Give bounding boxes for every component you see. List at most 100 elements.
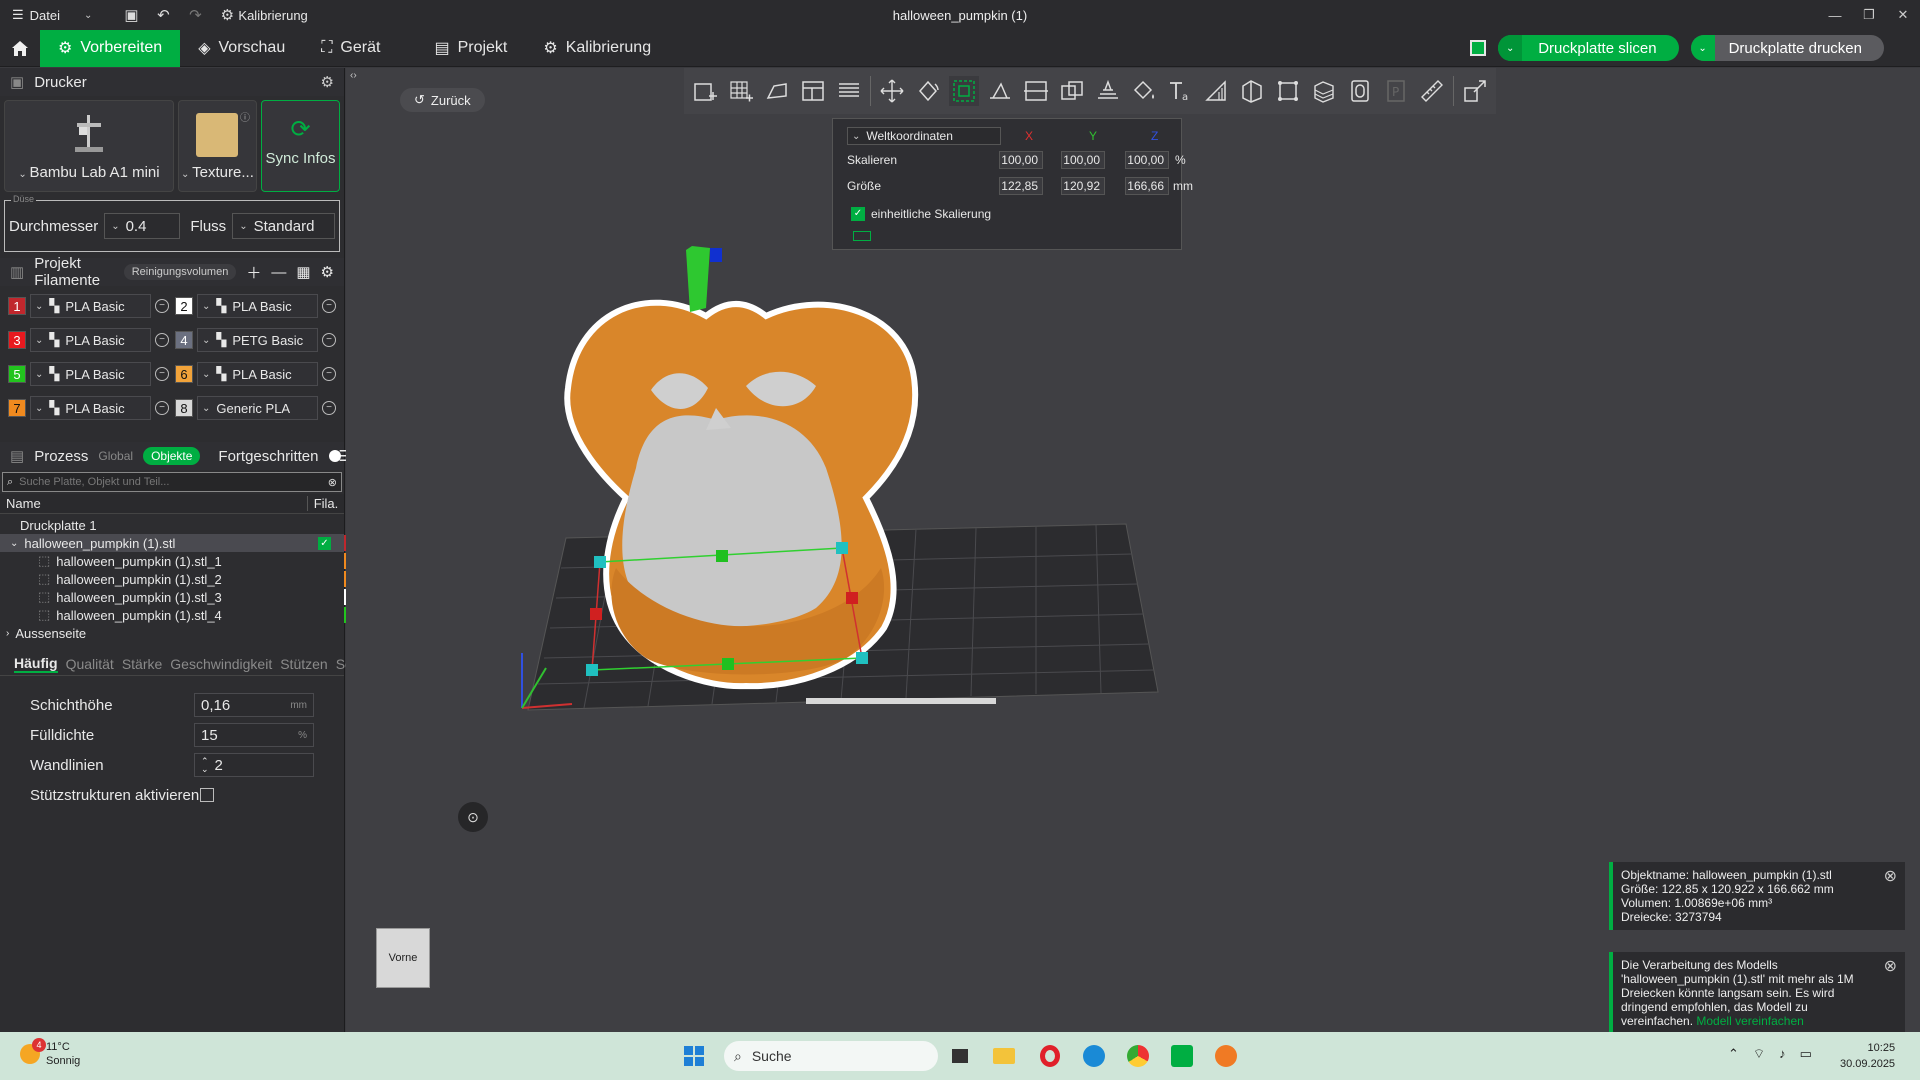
filament-slot[interactable]: 1 ⌄ ▚ PLA Basic − bbox=[8, 292, 169, 320]
multi-device-icon[interactable] bbox=[1470, 40, 1487, 56]
variable-layer-icon[interactable] bbox=[1309, 76, 1339, 106]
edge-icon[interactable] bbox=[1080, 1042, 1108, 1070]
visible-check-icon[interactable]: ✓ bbox=[318, 536, 331, 550]
color-paint-icon[interactable] bbox=[1129, 76, 1159, 106]
filament-select[interactable]: ⌄ Generic PLA bbox=[197, 396, 318, 420]
arrange-icon[interactable] bbox=[798, 76, 828, 106]
scale-z-input[interactable]: 100,00 bbox=[1125, 151, 1169, 169]
object-row[interactable]: ⌄ halloween_pumpkin (1).stl ✓ 1 bbox=[0, 534, 386, 552]
search-input[interactable]: Suche Platte, Objekt und Teil... bbox=[19, 476, 322, 488]
tab-device[interactable]: ⛶ Gerät bbox=[303, 30, 398, 67]
tab-project[interactable]: ▤ Projekt bbox=[416, 30, 525, 67]
expand-icon[interactable]: ⌄ bbox=[0, 538, 18, 549]
filament-slot[interactable]: 7 ⌄ ▚ PLA Basic − bbox=[8, 394, 169, 422]
file-explorer-icon[interactable] bbox=[990, 1042, 1018, 1070]
tab-common[interactable]: Häufig bbox=[14, 655, 58, 673]
remove-slot-icon[interactable]: − bbox=[155, 299, 169, 313]
move-icon[interactable] bbox=[877, 76, 907, 106]
scale-y-input[interactable]: 100,00 bbox=[1061, 151, 1105, 169]
tab-support[interactable]: Stützen bbox=[280, 656, 327, 672]
close-icon[interactable]: ⊗ bbox=[1884, 959, 1897, 975]
remove-slot-icon[interactable]: − bbox=[322, 367, 336, 381]
print-dropdown-icon[interactable]: ⌄ bbox=[1690, 35, 1715, 61]
seam-paint-icon[interactable] bbox=[1237, 76, 1267, 106]
firefox-icon[interactable] bbox=[1212, 1042, 1240, 1070]
support-paint-icon[interactable] bbox=[1093, 76, 1123, 106]
taskbar-search[interactable]: ⌕ Suche bbox=[724, 1041, 938, 1071]
file-menu[interactable]: ☰ Datei ⌄ bbox=[0, 0, 92, 30]
undo-icon[interactable]: ↶ bbox=[152, 4, 174, 26]
walls-stepper[interactable]: ⌃ ⌄ 2 bbox=[194, 753, 314, 777]
bambu-studio-icon[interactable] bbox=[1168, 1042, 1196, 1070]
back-button[interactable]: ↺ Zurück bbox=[400, 88, 485, 112]
remove-filament-icon[interactable]: — bbox=[271, 264, 286, 281]
calibration-menu[interactable]: Kalibrierung bbox=[238, 8, 307, 23]
infill-input[interactable]: 15% bbox=[194, 723, 314, 747]
slice-dropdown-icon[interactable]: ⌄ bbox=[1498, 35, 1523, 61]
sync-info-button[interactable]: ⟳ Sync Infos bbox=[260, 100, 341, 192]
filament-slot[interactable]: 3 ⌄ ▚ PLA Basic − bbox=[8, 326, 169, 354]
plate-type-selector[interactable]: ⓘ ⌄ Texture... bbox=[177, 100, 257, 192]
purge-volume-button[interactable]: Reinigungsvolumen bbox=[123, 264, 237, 280]
close-icon[interactable]: ✕ bbox=[1886, 0, 1920, 30]
text-icon[interactable]: a bbox=[1165, 76, 1195, 106]
scale-icon[interactable] bbox=[949, 76, 979, 106]
flow-select[interactable]: ⌄ Standard bbox=[232, 213, 335, 239]
boolean-icon[interactable] bbox=[1057, 76, 1087, 106]
add-filament-icon[interactable]: ＋ bbox=[246, 262, 261, 283]
restore-icon[interactable]: ❐ bbox=[1852, 0, 1886, 30]
reset-view-button[interactable]: ⊙ bbox=[458, 802, 488, 832]
volume-icon[interactable]: ♪ bbox=[1779, 1046, 1786, 1062]
add-object-icon[interactable] bbox=[690, 76, 720, 106]
calibration-icon[interactable]: ⚙ bbox=[216, 4, 238, 26]
size-z-input[interactable]: 166,66 bbox=[1125, 177, 1169, 195]
remove-slot-icon[interactable]: − bbox=[155, 401, 169, 415]
filament-select[interactable]: ⌄ ▚ PLA Basic bbox=[30, 294, 151, 318]
clock[interactable]: 10:25 30.09.2025 bbox=[1840, 1040, 1895, 1072]
tray-chevron-icon[interactable]: ⌃ bbox=[1728, 1046, 1739, 1062]
filament-slot[interactable]: 4 ⌄ ▚ PETG Basic − bbox=[175, 326, 336, 354]
simplify-model-link[interactable]: Modell vereinfachen bbox=[1696, 1014, 1803, 1028]
filament-select[interactable]: ⌄ ▚ PETG Basic bbox=[197, 328, 318, 352]
battery-icon[interactable]: ▭ bbox=[1800, 1046, 1812, 1062]
home-button[interactable] bbox=[0, 30, 40, 67]
mesh-boolean-icon[interactable] bbox=[1273, 76, 1303, 106]
filament-select[interactable]: ⌄ ▚ PLA Basic bbox=[30, 362, 151, 386]
filament-slot[interactable]: 2 ⌄ ▚ PLA Basic − bbox=[175, 292, 336, 320]
filament-slot[interactable]: 8 ⌄ Generic PLA − bbox=[175, 394, 336, 422]
remove-slot-icon[interactable]: − bbox=[155, 333, 169, 347]
3d-viewport[interactable]: ‹› ↺ Zurück a P ⌄ Weltkoordinaten X Y Z … bbox=[346, 68, 1920, 1032]
wifi-icon[interactable]: ⌔ bbox=[1753, 1046, 1765, 1062]
filament-select[interactable]: ⌄ ▚ PLA Basic bbox=[30, 396, 151, 420]
stepper-arrows-icon[interactable]: ⌃ ⌄ bbox=[201, 757, 209, 774]
plate-row[interactable]: Druckplatte 1 bbox=[0, 516, 344, 534]
layer-height-input[interactable]: 0,16 mm bbox=[194, 693, 314, 717]
reset-scale-icon[interactable] bbox=[853, 231, 871, 241]
outside-row[interactable]: › Aussenseite bbox=[0, 624, 344, 642]
redo-icon[interactable]: ↷ bbox=[184, 4, 206, 26]
split-layers-icon[interactable] bbox=[834, 76, 864, 106]
weather-widget[interactable]: 4 11°C Sonnig bbox=[20, 1038, 80, 1068]
remove-slot-icon[interactable]: − bbox=[322, 299, 336, 313]
support-checkbox[interactable] bbox=[200, 788, 214, 802]
size-x-input[interactable]: 122,85 bbox=[999, 177, 1043, 195]
close-icon[interactable]: ⊗ bbox=[1884, 869, 1897, 885]
collapse-sidebar-icon[interactable]: ‹› bbox=[350, 70, 357, 81]
printer-selector[interactable]: ⌄ Bambu Lab A1 mini bbox=[4, 100, 174, 192]
col-name[interactable]: Name bbox=[0, 496, 308, 511]
remove-slot-icon[interactable]: − bbox=[322, 333, 336, 347]
col-fila[interactable]: Fila. bbox=[308, 496, 344, 511]
assembly-icon[interactable] bbox=[1345, 76, 1375, 106]
clear-search-icon[interactable]: ⊗ bbox=[328, 476, 337, 489]
uniform-scale-checkbox[interactable]: ✓ bbox=[851, 207, 865, 221]
measure-height-icon[interactable] bbox=[1201, 76, 1231, 106]
diameter-select[interactable]: ⌄ 0.4 bbox=[104, 213, 181, 239]
explode-view-icon[interactable] bbox=[1460, 76, 1490, 106]
part-row[interactable]: ⬚halloween_pumpkin (1).stl_17 bbox=[0, 552, 386, 570]
cut-icon[interactable] bbox=[1021, 76, 1051, 106]
tab-quality[interactable]: Qualität bbox=[66, 656, 114, 672]
filament-sync-icon[interactable]: ▦ bbox=[296, 263, 310, 281]
task-view-icon[interactable] bbox=[946, 1042, 974, 1070]
remove-slot-icon[interactable]: − bbox=[322, 401, 336, 415]
opera-icon[interactable] bbox=[1036, 1042, 1064, 1070]
